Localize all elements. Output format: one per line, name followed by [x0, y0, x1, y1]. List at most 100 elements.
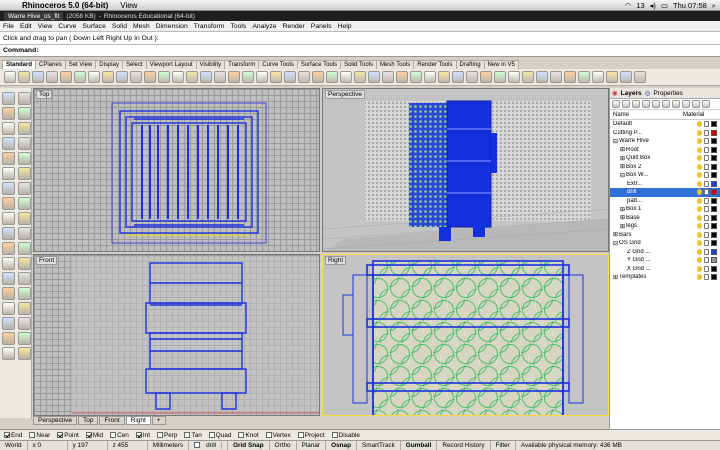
expand-toggle-icon[interactable]: ⊟: [620, 172, 625, 179]
osnap-checkbox[interactable]: [4, 431, 10, 438]
status-button-grid-snap[interactable]: Grid Snap: [228, 441, 270, 450]
toolbar-tool-icon[interactable]: [144, 71, 156, 83]
toolbar-tool-icon[interactable]: [270, 71, 282, 83]
viewport-right[interactable]: Right: [322, 254, 609, 416]
toolbar-tool-icon[interactable]: [522, 71, 534, 83]
left-tool-icon[interactable]: [18, 107, 31, 120]
viewport-label-front[interactable]: Front: [36, 256, 58, 265]
visibility-bulb-icon[interactable]: [697, 257, 702, 264]
toolbar-tool-icon[interactable]: [18, 71, 30, 83]
status-button-planar[interactable]: Planar: [297, 441, 327, 450]
layer-color-swatch[interactable]: [711, 257, 717, 264]
toolbar-tool-icon[interactable]: [508, 71, 520, 83]
toolbar-tool-icon[interactable]: [340, 71, 352, 83]
toolbar-tool-icon[interactable]: [4, 71, 16, 83]
lock-icon[interactable]: [704, 172, 709, 179]
toolbar-tab-viewport-layout[interactable]: Viewport Layout: [145, 60, 197, 69]
osnap-disable[interactable]: Disable: [331, 431, 360, 439]
status-button-ortho[interactable]: Ortho: [270, 441, 297, 450]
lock-icon[interactable]: [704, 180, 709, 187]
status-button-filter[interactable]: Filter: [491, 441, 516, 450]
left-tool-icon[interactable]: [2, 272, 15, 285]
layer-color-swatch[interactable]: [711, 163, 717, 170]
left-tool-icon[interactable]: [18, 92, 31, 105]
left-tool-icon[interactable]: [2, 257, 15, 270]
layer-color-swatch[interactable]: [711, 240, 717, 247]
osnap-checkbox[interactable]: [156, 431, 163, 438]
osnap-checkbox[interactable]: [29, 431, 36, 438]
left-tool-icon[interactable]: [18, 167, 31, 180]
visibility-bulb-icon[interactable]: [697, 155, 702, 162]
toolbar-tab-new-in-v5[interactable]: New in V5: [483, 60, 519, 69]
osnap-checkbox[interactable]: [184, 431, 191, 438]
lock-icon[interactable]: [704, 138, 709, 145]
document-tab[interactable]: Warre Hive_os_flt: [4, 11, 64, 21]
visibility-bulb-icon[interactable]: [697, 231, 702, 238]
left-tool-icon[interactable]: [2, 92, 15, 105]
left-tool-icon[interactable]: [2, 182, 15, 195]
layer-row[interactable]: ⊞ Quilt Box: [610, 154, 720, 163]
menu-transform[interactable]: Transform: [194, 23, 225, 30]
layer-row[interactable]: Z Grid ...: [610, 248, 720, 257]
visibility-bulb-icon[interactable]: [697, 223, 702, 230]
osnap-vertex[interactable]: Vertex: [265, 431, 291, 439]
menu-surface[interactable]: Surface: [82, 23, 105, 30]
lock-icon[interactable]: [704, 274, 709, 281]
toolbar-tool-icon[interactable]: [424, 71, 436, 83]
left-tool-icon[interactable]: [2, 167, 15, 180]
viewport-tab-right[interactable]: Right: [125, 416, 151, 425]
layer-tool-icon[interactable]: [672, 100, 680, 108]
toolbar-tool-icon[interactable]: [228, 71, 240, 83]
toolbar-tool-icon[interactable]: [88, 71, 100, 83]
layer-tool-icon[interactable]: [612, 100, 620, 108]
expand-toggle-icon[interactable]: ⊞: [620, 146, 625, 153]
left-tool-icon[interactable]: [18, 347, 31, 360]
layer-color-swatch[interactable]: [711, 206, 717, 213]
expand-toggle-icon[interactable]: ⊞: [620, 163, 625, 170]
layer-row[interactable]: ⊞ Base: [610, 214, 720, 223]
expand-toggle-icon[interactable]: ⊟: [613, 240, 618, 247]
lock-icon[interactable]: [704, 248, 709, 255]
left-tool-icon[interactable]: [18, 302, 31, 315]
toolbar-tool-icon[interactable]: [130, 71, 142, 83]
osnap-int[interactable]: Int: [135, 431, 150, 439]
layer-tool-icon[interactable]: [622, 100, 630, 108]
layer-row[interactable]: Extr...: [610, 180, 720, 189]
toolbar-tool-icon[interactable]: [564, 71, 576, 83]
layer-tool-icon[interactable]: [632, 100, 640, 108]
os-menu-view[interactable]: View: [120, 1, 137, 10]
lock-icon[interactable]: [704, 189, 709, 196]
toolbar-tab-display[interactable]: Display: [95, 60, 123, 69]
visibility-bulb-icon[interactable]: [697, 163, 702, 170]
osnap-quad[interactable]: Quad: [208, 431, 231, 439]
left-tool-icon[interactable]: [18, 332, 31, 345]
viewport-label-top[interactable]: Top: [36, 90, 53, 99]
layer-row[interactable]: ⊞ Box 1: [610, 205, 720, 214]
layer-color-swatch[interactable]: [711, 197, 717, 204]
lock-icon[interactable]: [704, 257, 709, 264]
osnap-perp[interactable]: Perp: [156, 431, 177, 439]
viewport-tab-top[interactable]: Top: [77, 416, 99, 425]
column-name[interactable]: Name: [613, 112, 683, 118]
status-button-record-history[interactable]: Record History: [437, 441, 491, 450]
osnap-checkbox[interactable]: [265, 431, 272, 438]
layer-color-swatch[interactable]: [711, 146, 717, 153]
toolbar-tab-set-view[interactable]: Set View: [64, 60, 97, 69]
lock-icon[interactable]: [704, 265, 709, 272]
toolbar-tool-icon[interactable]: [480, 71, 492, 83]
lock-icon[interactable]: [704, 214, 709, 221]
osnap-project[interactable]: Project: [297, 431, 325, 439]
toolbar-tab-drafting[interactable]: Drafting: [455, 60, 485, 69]
toolbar-tool-icon[interactable]: [578, 71, 590, 83]
layer-color-swatch[interactable]: [711, 172, 717, 179]
toolbar-tool-icon[interactable]: [410, 71, 422, 83]
menu-panels[interactable]: Panels: [311, 23, 332, 30]
layer-row[interactable]: ⊞ Box 2: [610, 163, 720, 172]
status-layer[interactable]: drill: [189, 441, 229, 450]
layer-color-swatch[interactable]: [711, 265, 717, 272]
visibility-bulb-icon[interactable]: [697, 248, 702, 255]
left-tool-icon[interactable]: [2, 122, 15, 135]
osnap-checkbox[interactable]: [297, 431, 304, 438]
layer-row[interactable]: ⊞ Templates: [610, 273, 720, 282]
toolbar-tab-surface-tools[interactable]: Surface Tools: [296, 60, 342, 69]
